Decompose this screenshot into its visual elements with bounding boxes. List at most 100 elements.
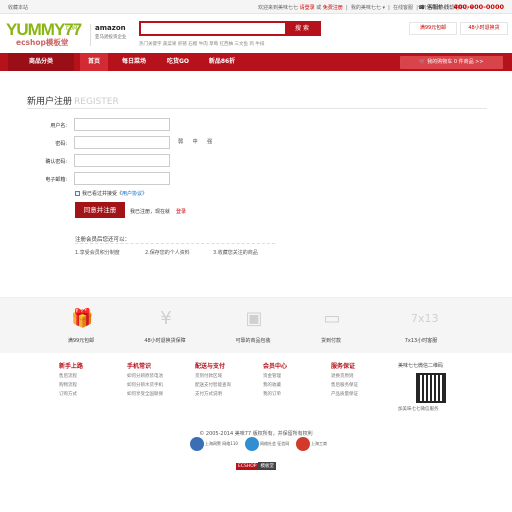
gift-icon: 🎁: [71, 308, 94, 329]
register-submit-button[interactable]: 同意并注册: [75, 202, 125, 218]
badge-item[interactable]: 上海网警 网络110: [190, 437, 238, 455]
my-account-menu[interactable]: 我的美味七七 ▾: [351, 5, 385, 11]
login-link-form[interactable]: 登录: [176, 209, 186, 215]
benefits-title: 注册会员后您还可以：: [75, 237, 131, 243]
welcome-text: 欢迎来到美味七七: [258, 5, 299, 11]
nav-daily-market[interactable]: 每日菜场: [114, 53, 154, 71]
logo-sub: ecshop模板堂: [16, 38, 69, 47]
help-column: 服务保证 退换货原则 售后服务保证 产品质量保证: [331, 361, 391, 397]
user-agreement-link[interactable]: 用户协议: [122, 191, 142, 197]
badge-label: 网络社会 征信网: [260, 441, 290, 446]
email-row: 电子邮箱:: [0, 172, 512, 186]
service-item: ¥ 48小时退换货保障: [135, 306, 195, 350]
search-button[interactable]: 搜 索: [285, 23, 319, 34]
favorite-link[interactable]: 收藏本站: [8, 4, 28, 11]
already-text: 我已注册，现在就: [130, 209, 171, 215]
package-icon: ▣: [245, 308, 263, 329]
cart-label: 我的购物车 0 件商品 >>: [427, 59, 484, 65]
email-label: 电子邮箱:: [45, 177, 67, 183]
service-item: 7x13 7x13小时客服: [391, 306, 451, 350]
amazon-logo: amazon: [95, 24, 126, 32]
or-text: 或: [316, 5, 322, 11]
top-bar: 收藏本站 欢迎来到美味七七 请登录 或 免费注册 | 我的美味七七 ▾ | 在线…: [0, 0, 512, 14]
login-link[interactable]: 请登录: [300, 5, 315, 11]
password-strength: 弱 中 强: [178, 139, 213, 145]
qr-caption: 加美味七七微信服务: [398, 407, 439, 412]
benefit-item: 2.保存您的个人资料: [145, 250, 190, 256]
help-column-title: 服务保证: [331, 363, 356, 370]
help-column-title: 配送与支付: [195, 363, 226, 370]
free-shipping-badge: 满99元包邮: [409, 22, 457, 35]
username-input[interactable]: [74, 118, 170, 131]
username-row: 用户名:: [0, 118, 512, 132]
help-link[interactable]: 如何分辨水货手机: [127, 382, 187, 388]
service-label: 48小时退换货保障: [144, 338, 186, 344]
help-link[interactable]: 产品质量保证: [331, 391, 391, 397]
search-input[interactable]: [141, 23, 286, 34]
site-logo[interactable]: YUMMY77 .COM ecshop模板堂: [6, 20, 82, 48]
phone-icon: ☎: [418, 5, 425, 11]
confirm-row: 确认密码:: [0, 154, 512, 168]
page-title-en: REGISTER: [74, 97, 119, 107]
help-link[interactable]: 售后服务保证: [331, 382, 391, 388]
cart-button[interactable]: 🛒 我的购物车 0 件商品 >>: [400, 56, 503, 69]
help-link[interactable]: 我的订单: [263, 391, 323, 397]
help-link[interactable]: 售后流程: [59, 373, 119, 379]
help-link[interactable]: 支付方式说明: [195, 391, 255, 397]
ecshop-logo: ECSHOP: [236, 463, 259, 470]
aic-icon: [296, 437, 310, 451]
confirm-password-input[interactable]: [74, 154, 170, 167]
help-link[interactable]: 订购方式: [59, 391, 119, 397]
help-link[interactable]: 我的收藏: [263, 382, 323, 388]
help-column: 手机常识 如何分辨原装电池 如何分辨水货手机 如何享受全国联保: [127, 361, 187, 397]
nav-home[interactable]: 首页: [80, 53, 108, 71]
nav-foodie-go[interactable]: 吃货GO: [160, 53, 196, 71]
help-column-title: 新手上路: [59, 363, 84, 370]
service-strip: 🎁 满99元包邮 ¥ 48小时退换货保障 ▣ 可靠的商品包装 ▭ 货到付款 7x…: [0, 297, 512, 353]
badge-label: 上海工商: [311, 441, 327, 446]
password-input[interactable]: [74, 136, 170, 149]
help-link[interactable]: 如何享受全国联保: [127, 391, 187, 397]
register-link[interactable]: 免费注册: [323, 5, 343, 11]
shield-icon: [245, 437, 259, 451]
help-link[interactable]: 如何分辨原装电池: [127, 373, 187, 379]
logo-com: .COM: [64, 26, 78, 32]
agree-checkbox[interactable]: [75, 191, 80, 196]
benefit-item: 1.享受会员积分制度: [75, 250, 120, 256]
service-label: 满99元包邮: [67, 338, 95, 344]
mobantang-logo: 模板堂: [258, 462, 276, 470]
badge-item[interactable]: 上海工商: [296, 437, 327, 455]
online-service-link[interactable]: 在线客服: [393, 5, 413, 11]
trust-badges: 上海网警 网络110 网络社会 征信网 上海工商: [190, 437, 340, 457]
service-label: 7x13小时客服: [404, 338, 438, 344]
nav-new-items[interactable]: 新品86折: [202, 53, 242, 71]
police-icon: [190, 437, 204, 451]
amazon-tagline: 亚马逊投资企业: [95, 35, 127, 40]
help-column: 新手上路 售后流程 购物流程 订购方式: [59, 361, 119, 397]
help-link[interactable]: 配送支付智能查询: [195, 382, 255, 388]
benefits-divider: [75, 243, 275, 244]
help-column-title: 会员中心: [263, 363, 288, 370]
help-link[interactable]: 货到付款区域: [195, 373, 255, 379]
agree-end: 》: [142, 191, 148, 197]
password-row: 密码:: [0, 136, 512, 150]
hotline: ☎ 客服热线: 400-000-0000: [418, 3, 504, 11]
help-link[interactable]: 购物流程: [59, 382, 119, 388]
agreement-row: 我已看过并接受《用户协议》: [75, 190, 147, 197]
hot-keywords[interactable]: 热门关键字 蔬菜果 肝猪 石榴 牛肉 草莓 红西柚 三文鱼 鸡 牛排: [139, 41, 264, 47]
service-label: 货到付款: [320, 338, 341, 344]
badge-label: 上海网警 网络110: [205, 441, 238, 446]
help-link[interactable]: 退换货原则: [331, 373, 391, 379]
badge-item[interactable]: 网络社会 征信网: [245, 437, 289, 455]
yen-icon: ¥: [160, 308, 172, 329]
service-item: ▣ 可靠的商品包装: [223, 306, 283, 350]
username-label: 用户名:: [50, 123, 67, 129]
card-icon: ▭: [323, 308, 341, 329]
email-input[interactable]: [74, 172, 170, 185]
category-menu[interactable]: 商品分类: [8, 53, 74, 71]
footer: © 2005-2014 美味77 版权所有，并保留所有权利 上海网警 网络110…: [0, 425, 512, 512]
wechat-qr: 美味七七微信二维码 加美味七七微信服务: [398, 362, 456, 412]
hotline-number: 400-000-0000: [453, 3, 504, 11]
footer-logos: ECSHOP 模板堂: [236, 462, 276, 470]
help-link[interactable]: 资金管理: [263, 373, 323, 379]
